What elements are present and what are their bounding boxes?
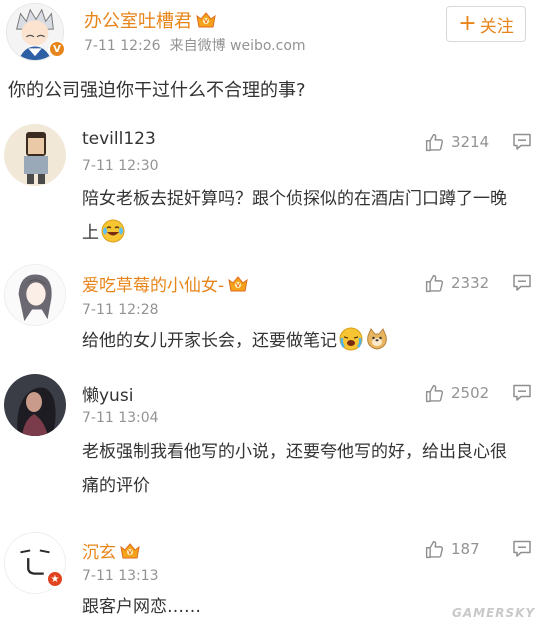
- comment-item: tevill123 7-11 12:30 3214 陪女老板去捉奸算吗？跟个侦探…: [0, 122, 550, 252]
- like-button[interactable]: 187: [424, 538, 480, 560]
- verified-icon: ★: [46, 570, 64, 588]
- reply-icon[interactable]: [512, 274, 532, 292]
- like-button[interactable]: 2332: [424, 272, 489, 294]
- commenter-avatar[interactable]: [4, 124, 66, 186]
- reply-icon[interactable]: [512, 384, 532, 402]
- follow-label: 关注: [479, 16, 514, 37]
- commenter-name[interactable]: 懒yusi: [82, 381, 133, 406]
- comment-text: 跟客户网恋……: [82, 597, 201, 617]
- thumbs-up-icon: [424, 132, 445, 153]
- vip-crown-icon: [120, 542, 140, 559]
- commenter-avatar[interactable]: [4, 264, 66, 326]
- like-count: 187: [451, 540, 480, 558]
- comment-text: 陪女老板去捉奸算吗？跟个侦探似的在酒店门口蹲了一晚上: [82, 189, 507, 243]
- reply-icon[interactable]: [512, 133, 532, 151]
- comment-item: 懒yusi 7-11 13:04 2502 老板强制我看他写的小说，还要夸他写的…: [0, 372, 550, 502]
- post-source: 来自微博 weibo.com: [169, 38, 306, 54]
- watermark: GAMERSKY: [452, 606, 536, 620]
- commenter-name[interactable]: 沉玄: [82, 538, 140, 563]
- vip-crown-icon: [196, 11, 216, 28]
- commenter-name[interactable]: tevill123: [82, 129, 156, 149]
- like-count: 2332: [451, 274, 490, 292]
- doge-emoji-icon: [367, 328, 387, 350]
- thumbs-up-icon: [424, 539, 445, 560]
- comment-time: 7-11 12:28: [82, 302, 159, 318]
- vip-crown-icon: [228, 275, 248, 292]
- crying-laughing-emoji-icon: [339, 327, 363, 351]
- laughing-tears-emoji-icon: [101, 219, 125, 243]
- commenter-avatar[interactable]: [4, 374, 66, 436]
- post-meta: 7-11 12:26 来自微博 weibo.com: [84, 35, 315, 55]
- post-time: 7-11 12:26: [84, 38, 161, 54]
- like-count: 2502: [451, 384, 490, 402]
- plus-icon: +: [458, 11, 477, 36]
- thumbs-up-icon: [424, 383, 445, 404]
- post-text: 你的公司强迫你干过什么不合理的事?: [8, 80, 306, 101]
- follow-button[interactable]: + 关注: [446, 6, 526, 42]
- comment-text: 老板强制我看他写的小说，还要夸他写的好，给出良心很痛的评价: [82, 442, 507, 496]
- verified-icon: V: [48, 40, 66, 58]
- reply-icon[interactable]: [512, 540, 532, 558]
- like-count: 3214: [451, 133, 490, 151]
- comment-time: 7-11 12:30: [82, 158, 159, 174]
- post-header: V 办公室吐槽君 7-11 12:26 来自微博 weibo.com + 关注: [0, 0, 550, 66]
- comment-time: 7-11 13:04: [82, 410, 159, 426]
- commenter-name[interactable]: 爱吃草莓的小仙女-: [82, 271, 248, 296]
- comment-item: 爱吃草莓的小仙女- 7-11 12:28 2332 给他的女儿开家长会，还要做笔…: [0, 262, 550, 362]
- comment-text: 给他的女儿开家长会，还要做笔记: [82, 324, 512, 358]
- thumbs-up-icon: [424, 273, 445, 294]
- like-button[interactable]: 2502: [424, 382, 489, 404]
- post-author[interactable]: 办公室吐槽君: [84, 7, 216, 33]
- comment-time: 7-11 13:13: [82, 568, 159, 584]
- like-button[interactable]: 3214: [424, 131, 489, 153]
